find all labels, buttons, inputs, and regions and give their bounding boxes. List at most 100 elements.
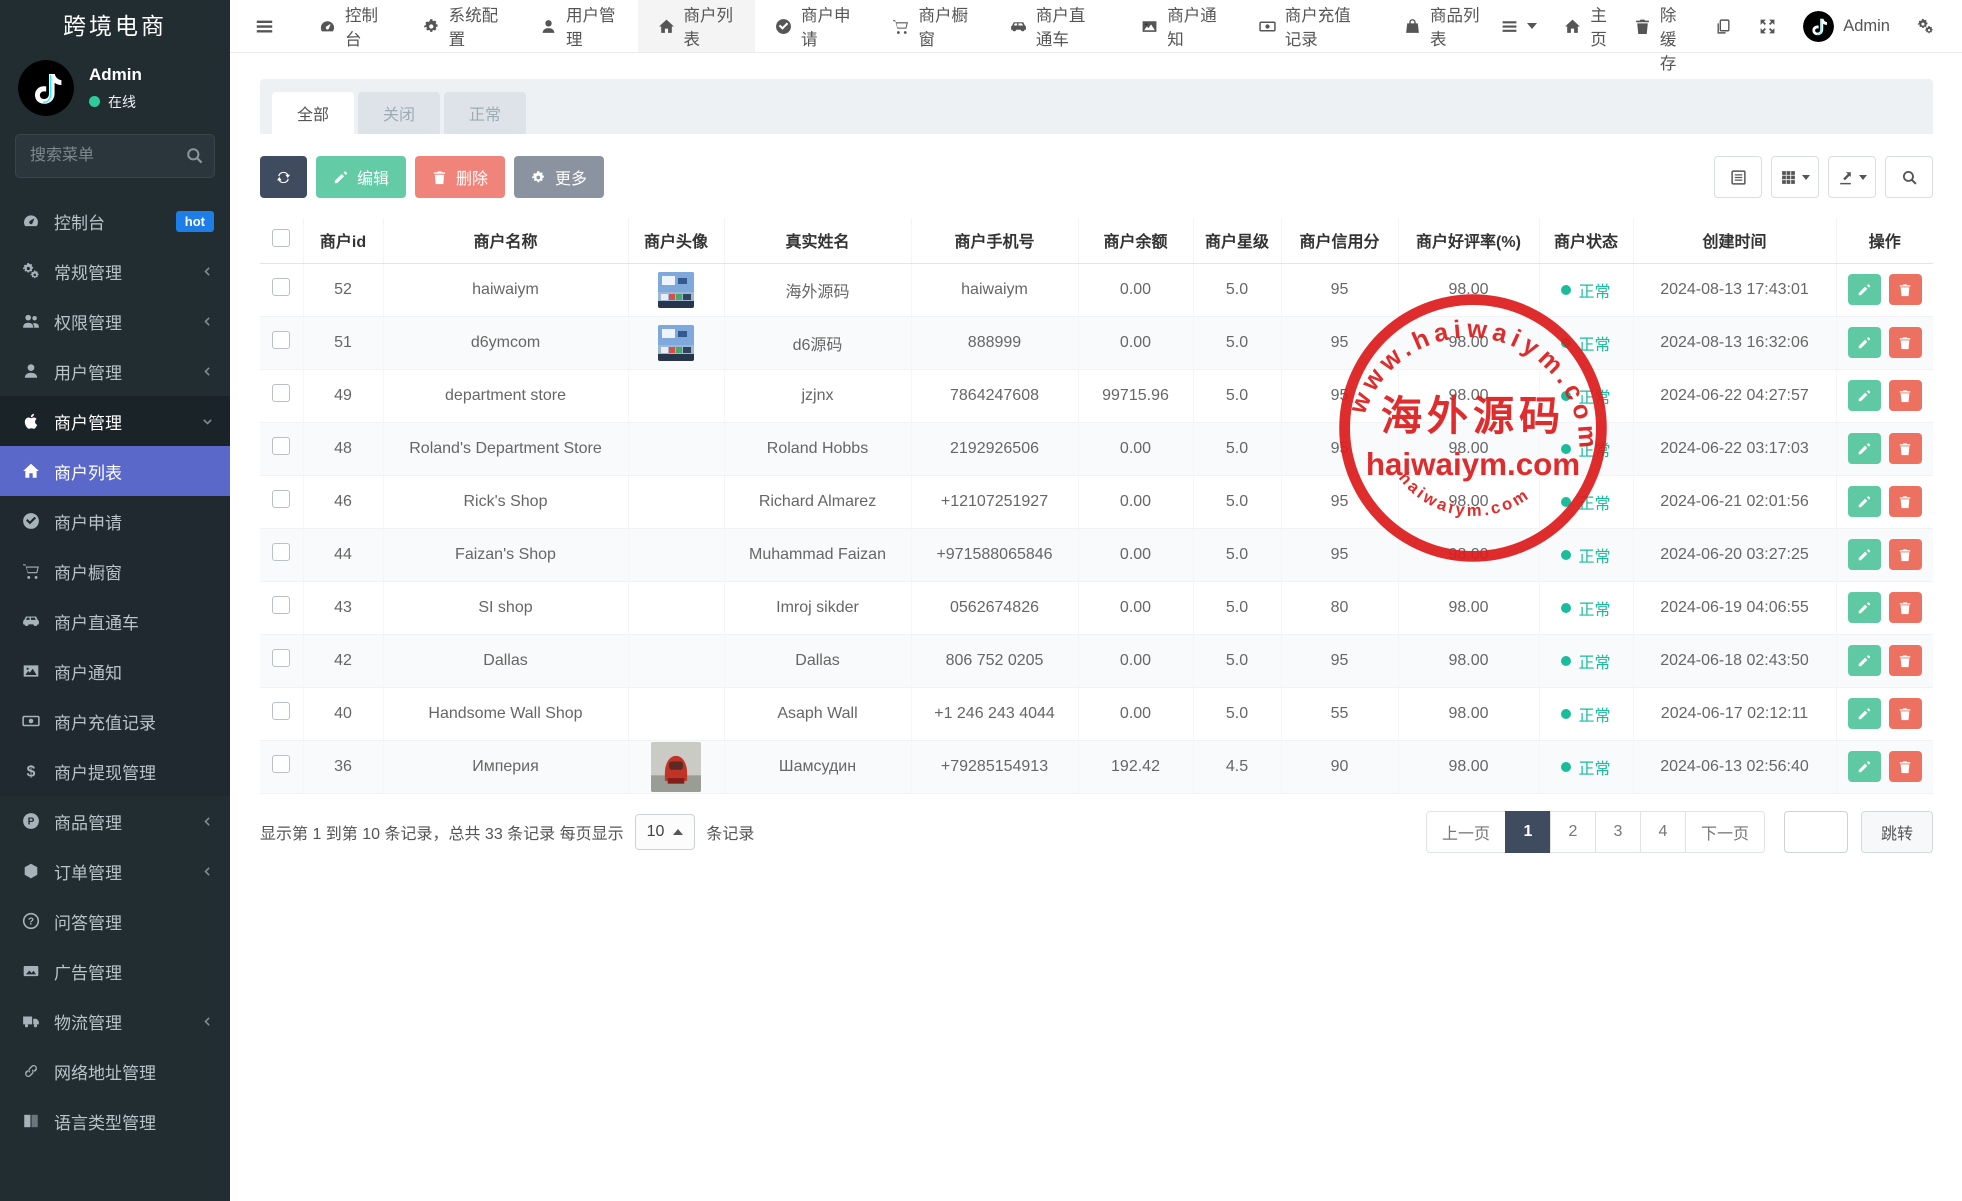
sidebar-item-商户直通车[interactable]: 商户直通车 xyxy=(0,596,230,646)
row-edit-button[interactable] xyxy=(1848,592,1881,623)
page-button-3[interactable]: 3 xyxy=(1595,811,1641,853)
sidebar-item-商户申请[interactable]: 商户申请 xyxy=(0,496,230,546)
row-delete-button[interactable] xyxy=(1889,274,1922,305)
sidebar-item-商户管理[interactable]: 商户管理 xyxy=(0,396,230,446)
sidebar-item-商户提现管理[interactable]: $商户提现管理 xyxy=(0,746,230,796)
row-checkbox[interactable] xyxy=(272,596,290,614)
docs-copy-button[interactable] xyxy=(1715,18,1732,35)
sidebar-item-订单管理[interactable]: 订单管理 xyxy=(0,846,230,896)
gear-icon xyxy=(423,18,440,35)
row-edit-button[interactable] xyxy=(1848,433,1881,464)
sidebar-item-语言类型管理[interactable]: 语言类型管理 xyxy=(0,1096,230,1146)
sidebar-item-控制台[interactable]: 控制台hot xyxy=(0,196,230,246)
sidebar-item-商户充值记录[interactable]: 商户充值记录 xyxy=(0,696,230,746)
row-edit-button[interactable] xyxy=(1848,539,1881,570)
money-icon xyxy=(19,712,43,730)
row-checkbox[interactable] xyxy=(272,331,290,349)
row-checkbox[interactable] xyxy=(272,702,290,720)
row-delete-button[interactable] xyxy=(1889,698,1922,729)
row-delete-button[interactable] xyxy=(1889,486,1922,517)
cell-credit-score: 55 xyxy=(1281,687,1398,740)
nav-settings-button[interactable] xyxy=(1917,18,1934,35)
page-button-1[interactable]: 1 xyxy=(1505,811,1551,853)
nav-home-button[interactable]: 主页 xyxy=(1564,2,1607,50)
row-edit-button[interactable] xyxy=(1848,274,1881,305)
nav-tab-商户通知[interactable]: 商户通知 xyxy=(1121,0,1238,52)
row-delete-button[interactable] xyxy=(1889,751,1922,782)
fullscreen-button[interactable] xyxy=(1759,18,1776,35)
nav-tab-label: 商户直通车 xyxy=(1036,2,1101,50)
page-button-上一页[interactable]: 上一页 xyxy=(1426,811,1506,853)
sidebar-toggle-button[interactable] xyxy=(230,0,299,52)
row-delete-button[interactable] xyxy=(1889,433,1922,464)
page-jump-input[interactable] xyxy=(1784,811,1848,853)
row-edit-button[interactable] xyxy=(1848,327,1881,358)
cell-credit-score: 95 xyxy=(1281,475,1398,528)
svg-text:$: $ xyxy=(27,764,36,780)
delete-button[interactable]: 删除 xyxy=(415,156,505,198)
row-delete-button[interactable] xyxy=(1889,380,1922,411)
row-edit-button[interactable] xyxy=(1848,645,1881,676)
nav-tab-系统配置[interactable]: 系统配置 xyxy=(403,0,520,52)
row-delete-button[interactable] xyxy=(1889,539,1922,570)
status-dot-icon xyxy=(1561,285,1571,295)
filter-tab-正常[interactable]: 正常 xyxy=(444,92,526,134)
sidebar-item-问答管理[interactable]: ?问答管理 xyxy=(0,896,230,946)
select-all-checkbox[interactable] xyxy=(272,229,290,247)
page-button-4[interactable]: 4 xyxy=(1640,811,1686,853)
row-edit-button[interactable] xyxy=(1848,751,1881,782)
nav-user-menu[interactable]: Admin xyxy=(1803,11,1890,42)
nav-tab-控制台[interactable]: 控制台 xyxy=(299,0,403,52)
sidebar-item-商户橱窗[interactable]: 商户橱窗 xyxy=(0,546,230,596)
nav-tab-用户管理[interactable]: 用户管理 xyxy=(520,0,637,52)
row-checkbox[interactable] xyxy=(272,278,290,296)
page-jump-button[interactable]: 跳转 xyxy=(1861,811,1933,853)
clear-cache-button[interactable]: 清除缓存 xyxy=(1634,0,1688,74)
page-button-2[interactable]: 2 xyxy=(1550,811,1596,853)
sidebar-item-网络地址管理[interactable]: 网络地址管理 xyxy=(0,1046,230,1096)
row-edit-button[interactable] xyxy=(1848,698,1881,729)
edit-button[interactable]: 编辑 xyxy=(316,156,406,198)
cell-phone: 7864247608 xyxy=(911,369,1078,422)
sidebar-item-用户管理[interactable]: 用户管理 xyxy=(0,346,230,396)
tab-list-dropdown[interactable] xyxy=(1501,18,1537,35)
more-button[interactable]: 更多 xyxy=(514,156,604,198)
page-button-下一页[interactable]: 下一页 xyxy=(1685,811,1765,853)
row-checkbox[interactable] xyxy=(272,543,290,561)
row-checkbox[interactable] xyxy=(272,384,290,402)
filter-tab-关闭[interactable]: 关闭 xyxy=(358,92,440,134)
row-checkbox[interactable] xyxy=(272,437,290,455)
page-size-select[interactable]: 10 xyxy=(635,814,696,850)
row-edit-button[interactable] xyxy=(1848,380,1881,411)
nav-tab-商品列表[interactable]: 商品列表 xyxy=(1384,0,1501,52)
export-button[interactable] xyxy=(1828,156,1876,198)
sidebar-item-商品管理[interactable]: P商品管理 xyxy=(0,796,230,846)
nav-tab-商户橱窗[interactable]: 商户橱窗 xyxy=(872,0,989,52)
nav-tab-商户申请[interactable]: 商户申请 xyxy=(755,0,872,52)
row-checkbox[interactable] xyxy=(272,755,290,773)
search-icon[interactable] xyxy=(185,146,204,165)
caret-up-icon xyxy=(673,824,683,835)
row-delete-button[interactable] xyxy=(1889,327,1922,358)
sidebar-item-常规管理[interactable]: 常规管理 xyxy=(0,246,230,296)
nav-tab-商户直通车[interactable]: 商户直通车 xyxy=(990,0,1121,52)
nav-tab-商户充值记录[interactable]: 商户充值记录 xyxy=(1239,0,1384,52)
row-checkbox[interactable] xyxy=(272,649,290,667)
sidebar-search xyxy=(15,134,215,178)
search-toggle-button[interactable] xyxy=(1885,156,1933,198)
sidebar-item-广告管理[interactable]: 广告管理 xyxy=(0,946,230,996)
filter-tab-全部[interactable]: 全部 xyxy=(272,92,354,134)
toggle-columns-button[interactable] xyxy=(1771,156,1819,198)
detail-view-button[interactable] xyxy=(1714,156,1762,198)
sidebar-item-权限管理[interactable]: 权限管理 xyxy=(0,296,230,346)
nav-tab-商户列表[interactable]: 商户列表 xyxy=(638,0,755,52)
row-edit-button[interactable] xyxy=(1848,486,1881,517)
cell-credit-score: 95 xyxy=(1281,634,1398,687)
sidebar-item-物流管理[interactable]: 物流管理 xyxy=(0,996,230,1046)
sidebar-item-商户通知[interactable]: 商户通知 xyxy=(0,646,230,696)
row-delete-button[interactable] xyxy=(1889,645,1922,676)
sidebar-item-商户列表[interactable]: 商户列表 xyxy=(0,446,230,496)
row-delete-button[interactable] xyxy=(1889,592,1922,623)
row-checkbox[interactable] xyxy=(272,490,290,508)
refresh-button[interactable] xyxy=(260,156,307,198)
